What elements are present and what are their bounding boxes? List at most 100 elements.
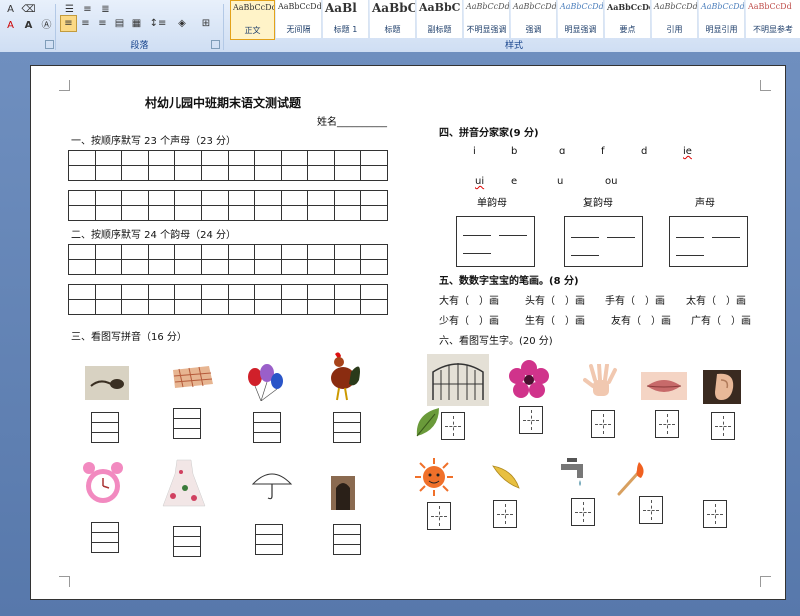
- q3-heading: 三、看图写拼音（16 分）: [71, 332, 187, 343]
- style-preview: AaBbCcDd: [466, 2, 510, 11]
- style-normal[interactable]: AaBbCcDd 正文: [230, 0, 275, 40]
- character-box[interactable]: [711, 412, 735, 440]
- character-box[interactable]: [655, 410, 679, 438]
- text-effect-icon[interactable]: A: [20, 17, 37, 34]
- style-name: 无间隔: [286, 25, 311, 34]
- margin-mark: [760, 576, 771, 587]
- pinyin-letter: b: [511, 146, 518, 157]
- pinyin-letter: ɑ: [559, 146, 566, 157]
- stroke-count-item: 生有（ ）画: [525, 316, 585, 327]
- moon-picture: [492, 465, 520, 489]
- justify-icon[interactable]: ▤: [111, 15, 128, 32]
- sun-picture: [415, 458, 453, 496]
- ribbon: A ⌫ A A Ⓐ ☰ ≡ ≣ ≡ ≡ ≡ ▤ ▦ ↕≡ ◈ ⊞ 段落 AaBb…: [0, 0, 800, 53]
- q2-heading: 二、按顺序默写 24 个韵母（24 分）: [71, 230, 236, 241]
- style-strong[interactable]: AaBbCcDd 要点: [605, 0, 651, 38]
- ear-picture: [703, 370, 741, 404]
- style-emphasis[interactable]: AaBbCcDd 强调: [511, 0, 557, 38]
- font-size-icon[interactable]: A: [2, 1, 19, 18]
- line-spacing-icon[interactable]: ↕≡: [147, 15, 169, 32]
- character-box[interactable]: [639, 496, 663, 524]
- umbrella-picture: [251, 473, 293, 500]
- category-label: 单韵母: [477, 198, 507, 209]
- style-quote[interactable]: AaBbCcDd 引用: [652, 0, 698, 38]
- style-preview: AaBbCcDd: [513, 2, 557, 11]
- style-preview: AaBbCcDd: [278, 2, 322, 11]
- font-dialog-launcher[interactable]: [45, 40, 54, 49]
- style-subtle-reference[interactable]: AaBbCcDd 不明显参考: [746, 0, 800, 38]
- style-no-spacing[interactable]: AaBbCcDd 无间隔: [276, 0, 322, 38]
- character-box[interactable]: [427, 502, 451, 530]
- category-label: 复韵母: [583, 198, 613, 209]
- cloth-picture: [173, 366, 213, 388]
- margin-mark: [59, 80, 70, 91]
- paragraph-group: ☰ ≡ ≣ ≡ ≡ ≡ ▤ ▦ ↕≡ ◈ ⊞ 段落: [57, 0, 222, 52]
- borders-icon[interactable]: ⊞: [195, 15, 217, 32]
- door-picture: [331, 476, 355, 510]
- faucet-picture: [561, 458, 583, 486]
- q4-heading: 四、拼音分家家(9 分): [439, 128, 539, 139]
- align-left-icon[interactable]: ≡: [60, 15, 77, 32]
- doc-title: 村幼儿园中班期末语文测试题: [145, 96, 302, 110]
- align-right-icon[interactable]: ≡: [94, 15, 111, 32]
- style-intense-quote[interactable]: AaBbCcDd 明显引用: [699, 0, 745, 38]
- stroke-count-item: 广有（ ）画: [691, 316, 751, 327]
- style-intense-emphasis[interactable]: AaBbCcDd 明显强调: [558, 0, 604, 38]
- style-heading1[interactable]: AaBl 标题 1: [323, 0, 369, 38]
- font-color-icon[interactable]: A: [2, 17, 19, 34]
- hand-picture: [583, 364, 617, 396]
- writing-grid[interactable]: [68, 150, 388, 181]
- align-center-icon[interactable]: ≡: [77, 15, 94, 32]
- answer-box[interactable]: [255, 524, 283, 555]
- writing-grid[interactable]: [68, 244, 388, 275]
- style-subtitle[interactable]: AaBbC 副标题: [417, 0, 463, 38]
- gate-picture: [427, 354, 489, 406]
- styles-group: AaBbCcDd 正文 AaBbCcDd 无间隔 AaBl 标题 1 AaBbC…: [228, 0, 800, 52]
- answer-box[interactable]: [253, 412, 281, 443]
- category-box-initials[interactable]: [669, 216, 748, 267]
- paragraph-group-label: 段落: [130, 41, 149, 51]
- pinyin-letter: d: [641, 146, 648, 157]
- answer-box[interactable]: [173, 526, 201, 557]
- distributed-icon[interactable]: ▦: [128, 15, 145, 32]
- answer-box[interactable]: [333, 412, 361, 443]
- answer-box[interactable]: [173, 408, 201, 439]
- character-box[interactable]: [591, 410, 615, 438]
- style-preview: AaBbCcDd: [607, 2, 651, 12]
- dress-picture: [162, 459, 206, 507]
- writing-grid[interactable]: [68, 284, 388, 315]
- category-label: 声母: [695, 198, 715, 209]
- answer-box[interactable]: [91, 412, 119, 443]
- char-border-icon[interactable]: Ⓐ: [38, 17, 55, 34]
- font-group: A ⌫ A A Ⓐ: [0, 0, 55, 52]
- character-box[interactable]: [703, 500, 727, 528]
- pinyin-letter: i: [473, 146, 476, 157]
- style-name: 正文: [244, 26, 261, 35]
- writing-grid[interactable]: [68, 190, 388, 221]
- character-box[interactable]: [441, 412, 465, 440]
- stroke-count-item: 头有（ ）画: [525, 296, 585, 307]
- style-name: 要点: [619, 25, 636, 34]
- document-page[interactable]: 村幼儿园中班期末语文测试题 姓名__________ 一、按顺序默写 23 个声…: [30, 65, 786, 600]
- category-box-single-finals[interactable]: [456, 216, 535, 267]
- clear-format-icon[interactable]: ⌫: [20, 1, 37, 18]
- stroke-count-item: 大有（ ）画: [439, 296, 499, 307]
- style-name: 副标题: [427, 25, 452, 34]
- styles-group-label: 样式: [504, 41, 523, 51]
- q6-heading: 六、看图写生字。(20 分): [439, 336, 553, 347]
- style-title[interactable]: AaBbC 标题: [370, 0, 416, 38]
- style-preview: AaBbC: [372, 1, 416, 15]
- shading-icon[interactable]: ◈: [171, 15, 193, 32]
- character-box[interactable]: [519, 406, 543, 434]
- style-preview: AaBbCcDd: [701, 2, 745, 11]
- pinyin-letter: ou: [605, 176, 618, 187]
- category-box-compound-finals[interactable]: [564, 216, 643, 267]
- paragraph-dialog-launcher[interactable]: [211, 40, 220, 49]
- style-name: 引用: [666, 25, 683, 34]
- style-subtle-emphasis[interactable]: AaBbCcDd 不明显强调: [464, 0, 510, 38]
- answer-box[interactable]: [91, 522, 119, 553]
- style-preview: AaBbCcDd: [654, 2, 698, 11]
- character-box[interactable]: [493, 500, 517, 528]
- character-box[interactable]: [571, 498, 595, 526]
- answer-box[interactable]: [333, 524, 361, 555]
